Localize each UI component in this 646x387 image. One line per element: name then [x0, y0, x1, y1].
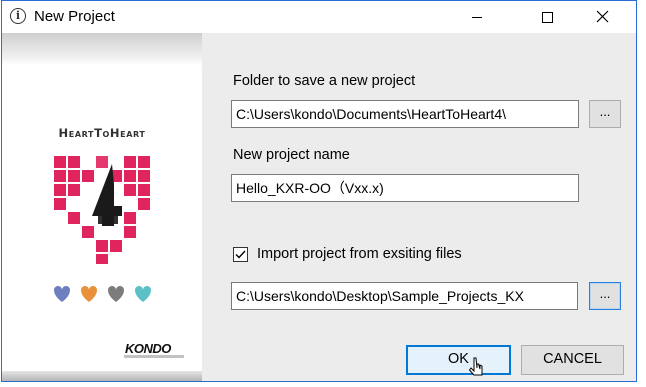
brand-title: HeartToHeart — [2, 126, 202, 140]
panel-top-shade — [2, 33, 202, 65]
mouse-cursor-icon — [469, 357, 483, 376]
heart-4-logo — [54, 156, 150, 264]
maximize-button[interactable] — [524, 1, 570, 33]
brand-panel: HeartToHeart KONDO — [2, 33, 202, 381]
kondo-logo-underline — [124, 355, 184, 358]
folder-path-input[interactable]: C:\Users\kondo\Documents\HeartToHeart4\ — [231, 100, 579, 128]
import-label[interactable]: Import project from exsiting files — [257, 246, 462, 262]
new-project-dialog: i New Project HeartToHeart KONDO Folder … — [1, 0, 637, 382]
checkmark-icon — [235, 250, 246, 259]
close-icon — [596, 10, 609, 23]
title-bar[interactable]: i New Project — [2, 1, 636, 33]
minimize-icon — [472, 17, 482, 18]
ok-button[interactable]: OK — [406, 345, 511, 375]
import-checkbox[interactable] — [233, 247, 248, 262]
panel-bottom-shade — [2, 371, 202, 381]
maximize-icon — [542, 12, 553, 23]
folder-browse-button[interactable]: ... — [589, 100, 621, 128]
minimize-button[interactable] — [454, 1, 500, 33]
cancel-button[interactable]: CANCEL — [521, 345, 624, 375]
import-browse-button[interactable]: ... — [589, 282, 621, 310]
project-name-input[interactable]: Hello_KXR-OO（Vxx.x) — [231, 174, 579, 202]
info-icon: i — [10, 8, 26, 24]
import-path-input[interactable]: C:\Users\kondo\Desktop\Sample_Projects_K… — [231, 282, 578, 310]
window-title: New Project — [34, 8, 115, 25]
close-button[interactable] — [580, 1, 626, 33]
folder-label: Folder to save a new project — [233, 73, 416, 89]
brand-title-text: HeartToHeart — [58, 126, 146, 140]
small-hearts-icon — [54, 286, 151, 302]
project-name-label: New project name — [233, 147, 350, 163]
kondo-logo: KONDO — [125, 341, 171, 356]
